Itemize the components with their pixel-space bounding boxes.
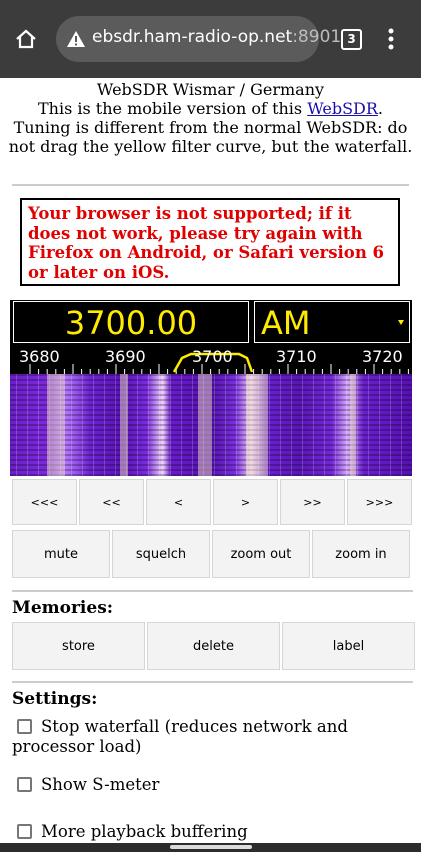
tune-down-large-button[interactable]: <<< xyxy=(12,479,77,525)
stop-waterfall-checkbox[interactable] xyxy=(17,719,32,734)
tune-down-medium-button[interactable]: << xyxy=(79,479,144,525)
waterfall-signal xyxy=(198,374,212,476)
mode-select[interactable]: AM xyxy=(254,301,410,343)
intro-tuning-note: Tuning is different from the normal WebS… xyxy=(8,118,413,156)
browser-toolbar: ebsdr.ham-radio-op.net:8901 3 xyxy=(0,0,421,78)
setting-playback-buffering[interactable]: More playback buffering xyxy=(12,822,412,842)
tuning-buttons: <<< << < > >> >>> xyxy=(12,479,414,525)
divider xyxy=(12,590,413,592)
tune-up-medium-button[interactable]: >> xyxy=(280,479,345,525)
mode-value: AM xyxy=(261,304,311,342)
setting-label: More playback buffering xyxy=(41,822,248,841)
waterfall-signal xyxy=(47,374,65,476)
home-icon[interactable] xyxy=(14,27,38,51)
zoom-out-button[interactable]: zoom out xyxy=(212,530,310,578)
zoom-in-button[interactable]: zoom in xyxy=(312,530,410,578)
tabs-icon[interactable]: 3 xyxy=(341,29,362,50)
divider xyxy=(12,184,409,186)
setting-label: Stop waterfall (reduces network and proc… xyxy=(12,717,348,756)
playback-buffering-checkbox[interactable] xyxy=(17,824,32,839)
intro-line2-suffix: . xyxy=(377,99,383,118)
memories-title: Memories: xyxy=(12,598,114,618)
show-s-meter-checkbox[interactable] xyxy=(17,777,32,792)
scale-label: 3710 xyxy=(276,347,317,366)
frequency-display[interactable]: 3700.00 xyxy=(13,301,249,343)
mute-button[interactable]: mute xyxy=(12,530,110,578)
divider xyxy=(12,681,413,683)
store-button[interactable]: store xyxy=(12,622,145,670)
url-host: ebsdr.ham-radio-op.net xyxy=(92,27,293,47)
tune-up-small-button[interactable]: > xyxy=(213,479,278,525)
browser-warning: Your browser is not supported; if it doe… xyxy=(20,198,400,286)
squelch-button[interactable]: squelch xyxy=(112,530,210,578)
page-content: WebSDR Wismar / Germany This is the mobi… xyxy=(0,78,421,841)
scale-label: 3680 xyxy=(19,347,60,366)
label-button[interactable]: label xyxy=(282,622,415,670)
warning-icon[interactable] xyxy=(66,30,86,48)
scale-label: 3690 xyxy=(105,347,146,366)
memory-buttons: store delete label xyxy=(12,622,417,670)
intro-text: WebSDR Wismar / Germany This is the mobi… xyxy=(0,78,421,156)
websdr-link[interactable]: WebSDR xyxy=(307,99,378,118)
tune-down-small-button[interactable]: < xyxy=(146,479,211,525)
waterfall-signal xyxy=(350,374,356,476)
tune-up-large-button[interactable]: >>> xyxy=(347,479,412,525)
setting-stop-waterfall[interactable]: Stop waterfall (reduces network and proc… xyxy=(12,717,412,757)
intro-line2-prefix: This is the mobile version of this xyxy=(37,99,308,118)
dropdown-caret-icon xyxy=(398,320,404,325)
frequency-scale[interactable]: 3680 3690 3700 3710 3720 xyxy=(10,346,412,374)
waterfall-signal xyxy=(246,374,268,476)
home-gesture-pill[interactable] xyxy=(170,845,252,849)
setting-show-s-meter[interactable]: Show S-meter xyxy=(12,775,412,795)
waterfall[interactable] xyxy=(10,374,412,476)
waterfall-signal xyxy=(120,374,128,476)
intro-title: WebSDR Wismar / Germany xyxy=(96,80,325,99)
control-buttons: mute squelch zoom out zoom in xyxy=(12,530,412,578)
tuner-display: 3700.00 AM xyxy=(10,300,412,346)
url-port: :8901 xyxy=(292,27,342,47)
url-text[interactable]: ebsdr.ham-radio-op.net:8901 xyxy=(92,27,341,47)
scale-label: 3700 xyxy=(192,347,233,366)
menu-icon[interactable] xyxy=(386,28,396,50)
scale-label: 3720 xyxy=(362,347,403,366)
intro-line2: This is the mobile version of this WebSD… xyxy=(0,99,421,118)
setting-label: Show S-meter xyxy=(41,775,160,794)
delete-button[interactable]: delete xyxy=(147,622,280,670)
settings-title: Settings: xyxy=(12,689,98,709)
